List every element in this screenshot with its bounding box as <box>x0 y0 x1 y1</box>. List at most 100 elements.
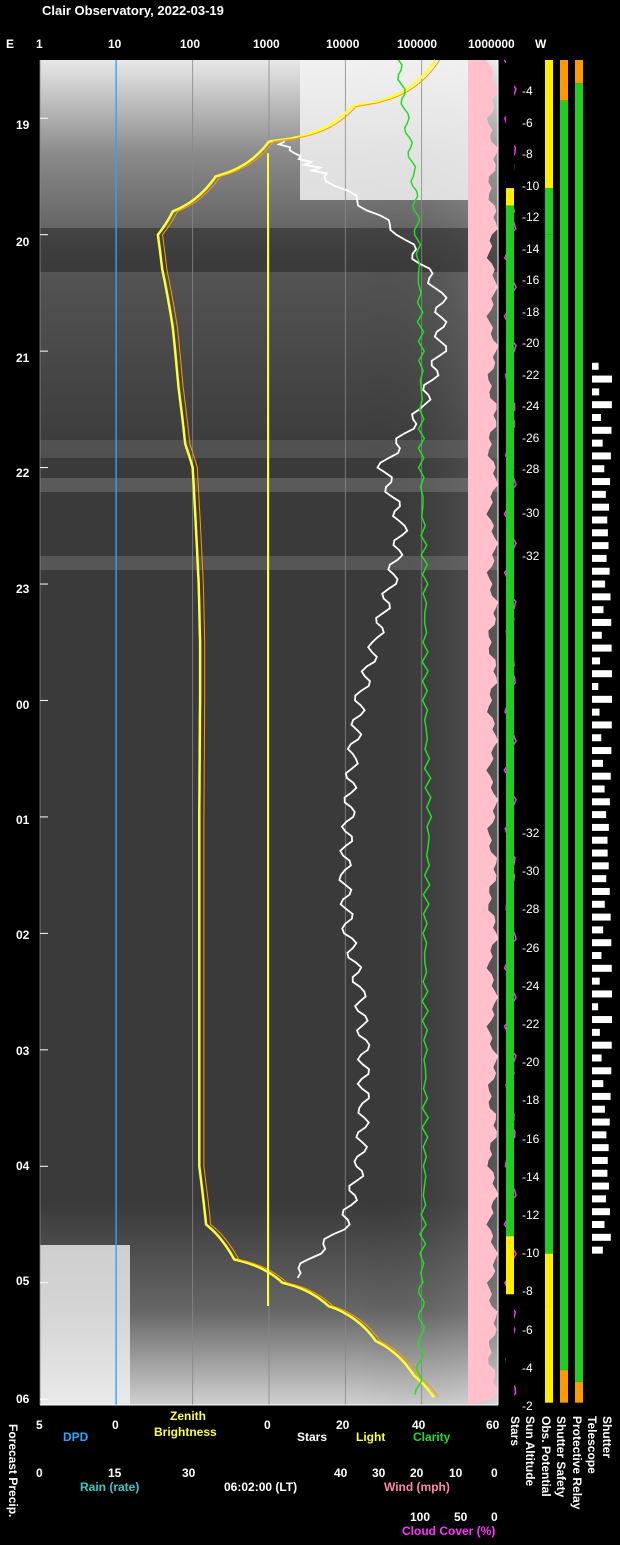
telescope-shutter-mark <box>592 362 599 370</box>
status-bars <box>506 60 612 1403</box>
wind-tick: 0 <box>491 1466 498 1480</box>
protective-relay-label: Protective Relay <box>570 1416 584 1510</box>
telescope-shutter-mark <box>592 977 600 985</box>
sun-altitude-tick: -10 <box>522 178 540 193</box>
hour-tick: 05 <box>16 1274 30 1288</box>
obs-potential-bar <box>545 188 553 235</box>
cloud-tick: 50 <box>454 1510 468 1524</box>
telescope-shutter-mark <box>592 490 606 498</box>
telescope-shutter-mark <box>592 683 599 691</box>
sun-altitude-tick: -16 <box>522 1131 540 1146</box>
hour-tick: 22 <box>16 466 30 480</box>
sun-altitude-tick: -18 <box>522 1093 540 1108</box>
telescope-shutter-mark <box>592 747 612 755</box>
telescope-shutter-mark <box>592 618 612 626</box>
telescope-shutter-mark <box>592 887 610 895</box>
obs-potential-bar <box>545 1253 553 1307</box>
stars-side-label: Stars <box>508 1416 522 1447</box>
hour-tick: 20 <box>16 235 30 249</box>
telescope-shutter-mark <box>592 657 601 665</box>
sun-altitude-tick: -20 <box>522 336 540 350</box>
shutter-safety-bar <box>560 100 568 1371</box>
rain-label: Rain (rate) <box>80 1480 140 1494</box>
telescope-shutter-mark <box>592 606 604 614</box>
obs-potential-bar <box>545 1306 553 1403</box>
telescope-shutter-mark <box>592 401 612 409</box>
telescope-label: Telescope <box>585 1416 599 1474</box>
hour-tick: 21 <box>16 351 30 365</box>
telescope-shutter-mark <box>592 516 608 524</box>
stars-status-bar <box>506 188 514 206</box>
wind-tick: 30 <box>372 1466 386 1480</box>
observatory-chart <box>39 59 612 1406</box>
telescope-shutter-mark <box>592 708 600 716</box>
telescope-shutter-mark <box>592 1169 608 1177</box>
sun-altitude-tick: -10 <box>522 1246 540 1261</box>
sun-altitude-tick: -24 <box>522 978 540 993</box>
wind-tick: 20 <box>410 1466 424 1480</box>
sun-altitude-tick: -8 <box>522 1284 533 1299</box>
dpd-tick: 0 <box>112 1418 119 1432</box>
telescope-shutter-mark <box>592 439 603 447</box>
shutter-label: Shutter <box>600 1416 614 1458</box>
sun-altitude-tick: -24 <box>522 399 540 413</box>
sun-altitude-tick: -32 <box>522 826 540 840</box>
telescope-shutter-mark <box>592 1041 612 1049</box>
telescope-shutter-mark <box>592 939 612 947</box>
stars-tick: 0 <box>264 1418 271 1432</box>
wind-label: Wind (mph) <box>384 1480 450 1494</box>
telescope-shutter-mark <box>592 1003 599 1011</box>
stars-status-bar <box>506 1294 514 1403</box>
sun-altitude-tick: -2 <box>522 1399 533 1413</box>
telescope-shutter-mark <box>592 670 612 678</box>
telescope-shutter-mark <box>592 964 612 972</box>
dpd-label: DPD <box>63 1430 89 1444</box>
telescope-shutter-mark <box>592 375 612 383</box>
sun-altitude-tick: -30 <box>522 864 540 879</box>
telescope-shutter-mark <box>592 1195 607 1203</box>
telescope-shutter-mark <box>592 1246 603 1254</box>
hour-tick: 02 <box>16 928 30 942</box>
obs-potential-bar <box>545 60 553 189</box>
rain-tick: 15 <box>108 1466 122 1480</box>
telescope-shutter-mark <box>592 465 605 473</box>
light-label: Light <box>356 1430 386 1444</box>
telescope-shutter-mark <box>592 785 605 793</box>
telescope-shutter-mark <box>592 734 602 742</box>
sun-altitude-tick: -12 <box>522 1208 540 1222</box>
telescope-shutter-mark <box>592 503 610 511</box>
cloud-tick: 100 <box>410 1510 431 1524</box>
obs-potential-label: Obs. Potential <box>539 1416 553 1497</box>
protective-relay-bar <box>575 83 583 1382</box>
telescope-shutter-mark <box>592 926 604 934</box>
stars-status-bar <box>506 60 514 189</box>
telescope-shutter-mark <box>592 772 611 780</box>
cloud-tick: 0 <box>491 1510 498 1524</box>
sun-altitude-tick: -6 <box>522 1322 533 1337</box>
telescope-shutter-mark <box>592 644 612 652</box>
telescope-shutter-mark <box>592 1118 610 1126</box>
shutter-safety-bar <box>560 1370 568 1403</box>
telescope-shutter-mark <box>592 759 603 767</box>
telescope-shutter-mark <box>592 952 602 960</box>
sun-altitude-tick: -14 <box>522 1169 540 1184</box>
hour-tick: 06 <box>16 1392 30 1406</box>
wind-tick: 40 <box>334 1466 348 1480</box>
sun-altitude-tick: -8 <box>522 147 533 161</box>
sun-altitude-tick: -28 <box>522 902 540 917</box>
telescope-shutter-mark <box>592 1080 604 1088</box>
stars-label: Stars <box>297 1430 328 1444</box>
sun-altitude-tick: -32 <box>522 549 540 563</box>
telescope-shutter-mark <box>592 1028 600 1036</box>
sun-altitude-tick: -16 <box>522 273 540 287</box>
telescope-shutter-mark <box>592 593 611 601</box>
shutter-safety-label: Shutter Safety <box>554 1416 568 1498</box>
telescope-shutter-mark <box>592 478 611 486</box>
hour-tick: 23 <box>16 582 30 596</box>
protective-relay-bar <box>575 1381 583 1403</box>
telescope-shutter-mark <box>592 452 611 460</box>
telescope-shutter-mark <box>592 567 610 575</box>
telescope-shutter-mark <box>592 580 606 588</box>
obs-potential-bar <box>545 234 553 1254</box>
telescope-shutter-mark <box>592 1156 608 1164</box>
